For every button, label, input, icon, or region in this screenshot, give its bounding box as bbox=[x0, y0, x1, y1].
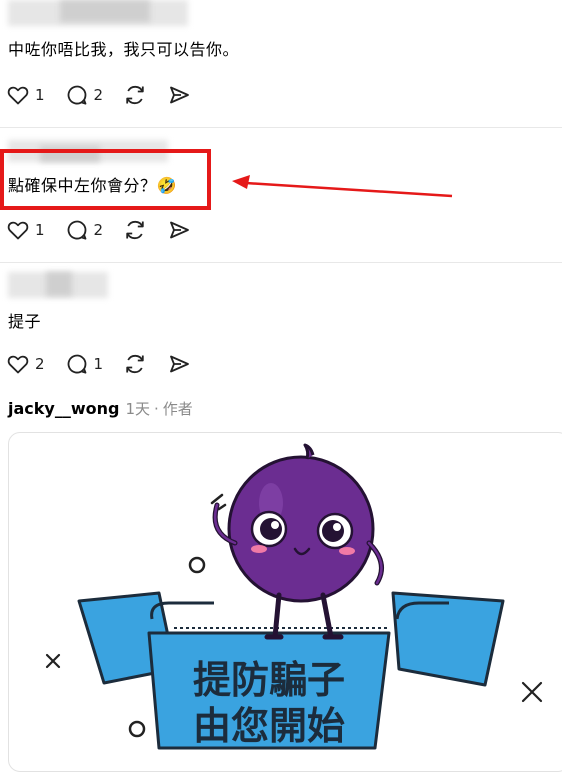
banner-text-line2: 由您開始 bbox=[193, 704, 345, 748]
highlight-annotation-box bbox=[0, 149, 211, 210]
repost-button[interactable] bbox=[123, 352, 147, 376]
reply-count: 2 bbox=[93, 86, 104, 104]
repost-button[interactable] bbox=[123, 83, 147, 107]
share-icon bbox=[170, 355, 189, 373]
like-button[interactable]: 1 bbox=[6, 218, 45, 242]
blurred-username-detail bbox=[46, 272, 72, 296]
post-actions: 1 2 bbox=[6, 215, 211, 245]
like-count: 1 bbox=[35, 221, 45, 239]
repost-icon bbox=[126, 354, 144, 374]
author-post-image[interactable]: 提防騙子 由您開始 bbox=[8, 432, 562, 772]
reply-count: 2 bbox=[93, 221, 104, 239]
share-button[interactable] bbox=[167, 83, 191, 107]
heart-icon bbox=[7, 86, 29, 105]
post-actions: 1 2 bbox=[6, 80, 211, 110]
share-icon bbox=[170, 86, 189, 104]
blurred-username-detail bbox=[60, 0, 150, 22]
comment-button[interactable]: 2 bbox=[65, 83, 104, 107]
divider bbox=[0, 127, 562, 128]
like-button[interactable]: 2 bbox=[6, 352, 45, 376]
author-username[interactable]: jacky__wong bbox=[8, 399, 119, 418]
author-badge: 作者 bbox=[162, 400, 193, 418]
repost-icon bbox=[126, 85, 144, 105]
heart-icon bbox=[7, 221, 29, 240]
post-time: 1天 bbox=[125, 400, 150, 418]
comment-icon bbox=[67, 354, 86, 374]
like-count: 2 bbox=[35, 355, 45, 373]
grape-warning-illustration: 提防騙子 由您開始 bbox=[45, 443, 543, 750]
share-button[interactable] bbox=[167, 218, 191, 242]
repost-icon bbox=[126, 220, 144, 240]
banner-text-line1: 提防騙子 bbox=[193, 658, 345, 702]
share-button[interactable] bbox=[167, 352, 191, 376]
post-actions: 2 1 bbox=[6, 349, 211, 379]
repost-button[interactable] bbox=[123, 218, 147, 242]
comment-icon bbox=[67, 220, 86, 240]
post-text: 提子 bbox=[8, 312, 42, 331]
banner-right-flap bbox=[391, 591, 505, 687]
annotation-arrow bbox=[232, 175, 453, 198]
meta-separator: · bbox=[154, 400, 159, 418]
share-icon bbox=[170, 221, 189, 239]
comment-button[interactable]: 1 bbox=[65, 352, 104, 376]
like-count: 1 bbox=[35, 86, 45, 104]
author-post-header: jacky__wong 1天 · 作者 bbox=[8, 398, 193, 422]
like-button[interactable]: 1 bbox=[6, 83, 45, 107]
post-text: 中咗你唔比我，我只可以告你。 bbox=[8, 40, 240, 59]
comment-icon bbox=[67, 85, 86, 105]
divider bbox=[0, 262, 562, 263]
reply-count: 1 bbox=[93, 355, 104, 373]
heart-icon bbox=[7, 355, 29, 374]
comment-button[interactable]: 2 bbox=[65, 218, 104, 242]
